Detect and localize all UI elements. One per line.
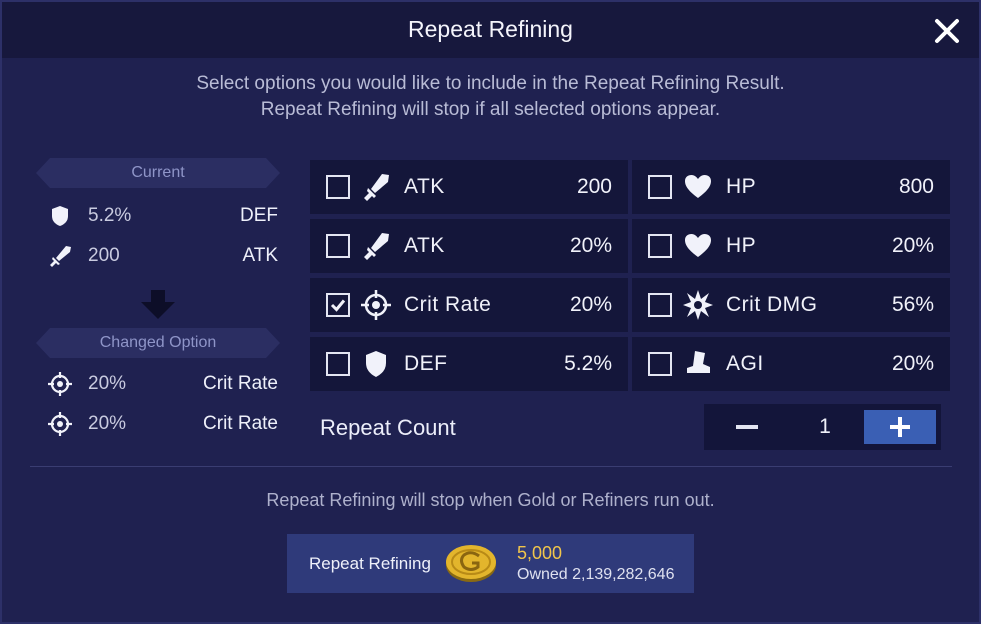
instruction-line-2: Repeat Refining will stop if all selecte… — [260, 99, 721, 120]
checkbox[interactable] — [326, 352, 350, 376]
checkbox[interactable] — [648, 293, 672, 317]
arrow-down-icon — [141, 290, 175, 319]
repeat-count-stepper: 1 — [704, 404, 941, 450]
current-stat-value: 5.2% — [88, 205, 132, 226]
crosshair-icon — [48, 372, 72, 396]
option-name: Crit DMG — [726, 293, 818, 316]
option-value: 20% — [891, 234, 934, 257]
checkbox[interactable] — [648, 175, 672, 199]
option-name: ATK — [404, 175, 445, 198]
close-icon[interactable] — [930, 14, 964, 48]
option-value: 5.2% — [564, 352, 612, 375]
checkbox[interactable] — [326, 175, 350, 199]
sword-icon — [364, 174, 389, 201]
shield-icon — [52, 206, 68, 226]
checkmark-icon — [330, 299, 346, 312]
checkbox[interactable] — [648, 234, 672, 258]
divider — [30, 466, 952, 467]
changed-stat-name: Crit Rate — [203, 373, 278, 394]
boot-icon — [687, 351, 710, 373]
current-stat-def: 5.2% DEF — [46, 202, 278, 230]
changed-stat-crit-rate: 20% Crit Rate — [46, 410, 278, 438]
current-stat-value: 200 — [88, 245, 120, 266]
gold-coin-icon — [446, 545, 496, 582]
option-agi[interactable]: AGI 20% — [632, 337, 950, 391]
option-name: Crit Rate — [404, 293, 492, 316]
changed-stat-value: 20% — [88, 373, 127, 394]
option-value: 20% — [569, 293, 612, 316]
heart-icon — [685, 234, 711, 257]
repeat-refining-button[interactable]: Repeat Refining 5,000 Owned 2,139,282,64… — [287, 534, 694, 593]
current-stat-name: ATK — [242, 245, 278, 266]
checkbox[interactable] — [326, 234, 350, 258]
crosshair-icon — [48, 412, 72, 436]
instruction-line-1: Select options you would like to include… — [196, 73, 785, 94]
minus-icon[interactable] — [712, 410, 782, 444]
sword-icon — [50, 246, 71, 267]
checkbox[interactable] — [648, 352, 672, 376]
current-stat-atk: 200 ATK — [46, 242, 278, 270]
option-name: DEF — [404, 352, 448, 375]
sword-icon — [364, 233, 389, 260]
option-value: 800 — [898, 175, 934, 198]
changed-stat-name: Crit Rate — [203, 413, 278, 434]
crosshair-icon — [361, 290, 391, 320]
changed-option-header: Changed Option — [36, 328, 280, 358]
option-name: AGI — [726, 352, 764, 375]
plus-button[interactable] — [864, 410, 936, 444]
gold-owned: Owned 2,139,282,646 — [517, 566, 675, 583]
shield-icon — [366, 351, 386, 377]
plus-icon — [890, 417, 910, 437]
title-bar: Repeat Refining — [2, 2, 979, 58]
option-value: 200 — [576, 175, 612, 198]
current-stat-name: DEF — [240, 205, 278, 226]
checkbox-checked[interactable] — [326, 293, 350, 317]
changed-option-header-label: Changed Option — [99, 334, 217, 351]
option-crit-rate[interactable]: Crit Rate 20% — [310, 278, 628, 332]
option-def[interactable]: DEF 5.2% — [310, 337, 628, 391]
refine-cost: 5,000 — [517, 543, 563, 563]
option-crit-dmg[interactable]: Crit DMG 56% — [632, 278, 950, 332]
option-hp-percent[interactable]: HP 20% — [632, 219, 950, 273]
changed-stat-crit-rate: 20% Crit Rate — [46, 370, 278, 398]
dialog-title: Repeat Refining — [408, 16, 573, 42]
option-hp-flat[interactable]: HP 800 — [632, 160, 950, 214]
stop-note: Repeat Refining will stop when Gold or R… — [266, 490, 715, 510]
option-atk-percent[interactable]: ATK 20% — [310, 219, 628, 273]
option-name: HP — [726, 175, 757, 198]
changed-stat-value: 20% — [88, 413, 127, 434]
option-atk-flat[interactable]: ATK 200 — [310, 160, 628, 214]
option-value: 20% — [569, 234, 612, 257]
repeat-refining-dialog: Repeat Refining Select options you would… — [0, 0, 981, 624]
repeat-count-label: Repeat Count — [320, 415, 456, 440]
option-value: 20% — [891, 352, 934, 375]
current-header-label: Current — [131, 164, 185, 181]
repeat-refining-button-label: Repeat Refining — [309, 554, 431, 573]
heart-icon — [685, 175, 711, 198]
option-name: ATK — [404, 234, 445, 257]
repeat-count-value[interactable]: 1 — [800, 415, 850, 439]
option-name: HP — [726, 234, 757, 257]
option-value: 56% — [891, 293, 934, 316]
current-header: Current — [36, 158, 280, 188]
burst-icon — [683, 290, 713, 320]
